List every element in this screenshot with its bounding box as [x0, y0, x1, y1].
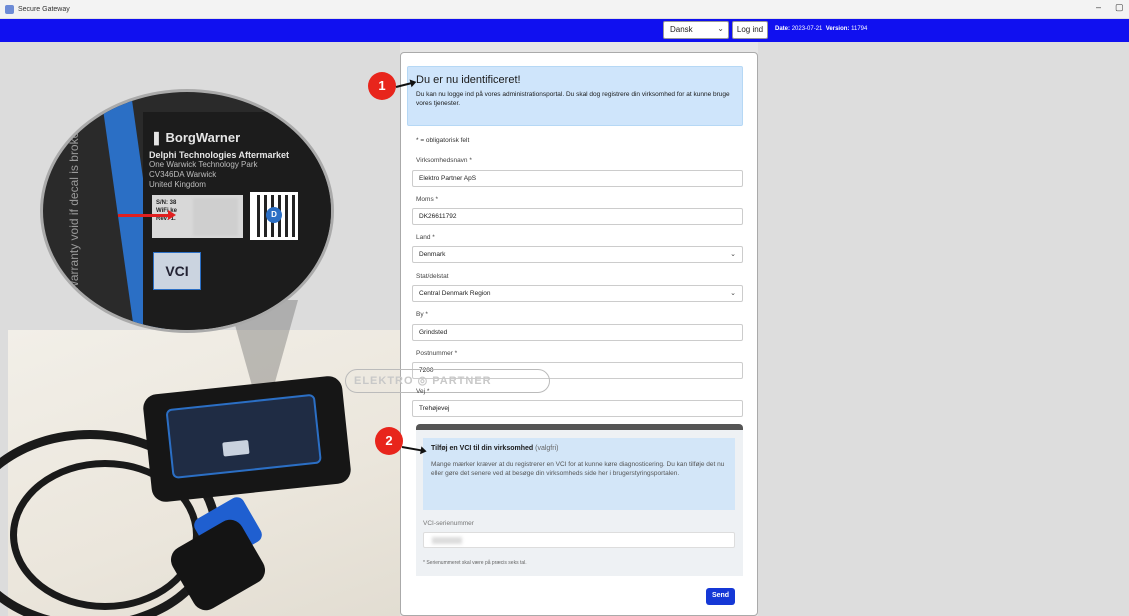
- identified-alert: Du er nu identificeret! Du kan nu logge …: [407, 66, 743, 126]
- login-button[interactable]: Log ind: [732, 21, 768, 39]
- required-note: * = obligatorisk felt: [416, 137, 470, 144]
- device-label-image: [165, 393, 322, 479]
- magnified-label: ❚ BorgWarner Delphi Technologies Afterma…: [40, 89, 334, 333]
- company-name-label: Virksomhedsnavn *: [416, 157, 472, 164]
- vci-serial-hint: * Serienummeret skal være på præcis seks…: [423, 560, 527, 566]
- country-select[interactable]: Denmark ⌄: [412, 246, 743, 263]
- state-select[interactable]: Central Denmark Region ⌄: [412, 285, 743, 302]
- vat-label: Moms *: [416, 196, 439, 203]
- version-label: Version:: [825, 26, 850, 32]
- minimize-icon[interactable]: –: [1096, 2, 1101, 12]
- send-button[interactable]: Send: [706, 588, 735, 605]
- sn-line: S/N: 38: [156, 200, 177, 206]
- red-arrow-icon: [118, 210, 176, 220]
- alert-title: Du er nu identificeret!: [416, 74, 521, 86]
- address-line: Delphi Technologies Aftermarket: [149, 150, 290, 160]
- vci-optional: (valgfri): [535, 445, 559, 452]
- build-info: Date: 2023-07-21 Version: 11794: [775, 26, 867, 32]
- chevron-down-icon: ⌄: [730, 290, 736, 297]
- city-value: Grindsted: [419, 329, 448, 336]
- vci-serial-input[interactable]: [423, 532, 735, 548]
- elektro-partner-watermark: ELEKTRO ◎ PARTNER: [345, 369, 550, 393]
- brand-text: BorgWarner: [165, 130, 241, 145]
- vci-tile: VCI: [153, 252, 201, 290]
- top-navigation-bar: Dansk ⌄ Log ind Date: 2023-07-21 Version…: [0, 19, 1129, 42]
- city-label: By *: [416, 311, 428, 318]
- language-select[interactable]: Dansk ⌄: [663, 21, 729, 39]
- alert-body: Du kan nu logge ind på vores administrat…: [416, 91, 730, 107]
- date-label: Date:: [775, 26, 791, 32]
- street-field[interactable]: Trehøjevej: [412, 400, 743, 417]
- city-field[interactable]: Grindsted: [412, 324, 743, 341]
- callout-badge: 1: [368, 72, 396, 100]
- chevron-down-icon: ⌄: [717, 24, 724, 33]
- blurred-serial: [193, 198, 238, 236]
- street-value: Trehøjevej: [419, 405, 450, 412]
- borgwarner-logo: ❚ BorgWarner: [151, 130, 241, 145]
- company-name-field[interactable]: Elektro Partner ApS: [412, 170, 743, 187]
- warranty-text: Warranty void if decal is broken!: [67, 121, 81, 292]
- manufacturer-address: Delphi Technologies Aftermarket One Warw…: [149, 150, 289, 190]
- device-vci-tile: [222, 439, 250, 457]
- company-name-value: Elektro Partner ApS: [419, 175, 477, 182]
- country-value: Denmark: [419, 251, 446, 258]
- window-titlebar: Secure Gateway – ▢: [0, 0, 1129, 19]
- maximize-icon[interactable]: ▢: [1115, 2, 1124, 13]
- vci-device-image: [141, 374, 353, 504]
- state-value: Central Denmark Region: [419, 290, 491, 297]
- vci-title: Tilføj en VCI til din virksomhed: [431, 445, 534, 452]
- vci-description: Mange mærker kræver at du registrerer en…: [431, 461, 725, 477]
- version-value: 11794: [851, 26, 868, 32]
- page-background-right: [758, 42, 1129, 616]
- address-line: CV346DA Warwick: [149, 170, 217, 179]
- postal-code-label: Postnummer *: [416, 350, 458, 357]
- vci-serial-label: VCI-serienummer: [423, 520, 474, 527]
- vat-field[interactable]: DK26611792: [412, 208, 743, 225]
- vci-heading: Tilføj en VCI til din virksomhed (valgfr…: [431, 445, 727, 452]
- street-label: Vej *: [416, 388, 430, 395]
- delphi-logo: D: [266, 207, 282, 223]
- state-label: Stat/delstat: [416, 273, 449, 280]
- country-label: Land *: [416, 234, 435, 241]
- address-line: One Warwick Technology Park: [149, 160, 258, 169]
- language-value: Dansk: [670, 25, 693, 34]
- address-line: United Kingdom: [149, 180, 206, 189]
- date-value: 2023-07-21: [791, 26, 823, 32]
- window-title: Secure Gateway: [18, 5, 70, 13]
- callout-badge: 2: [375, 427, 403, 455]
- blurred-serial-value: [432, 537, 462, 544]
- vat-value: DK26611792: [419, 213, 457, 220]
- chevron-down-icon: ⌄: [730, 251, 736, 258]
- app-icon: [5, 4, 14, 14]
- vci-info-box: Tilføj en VCI til din virksomhed (valgfr…: [423, 438, 735, 510]
